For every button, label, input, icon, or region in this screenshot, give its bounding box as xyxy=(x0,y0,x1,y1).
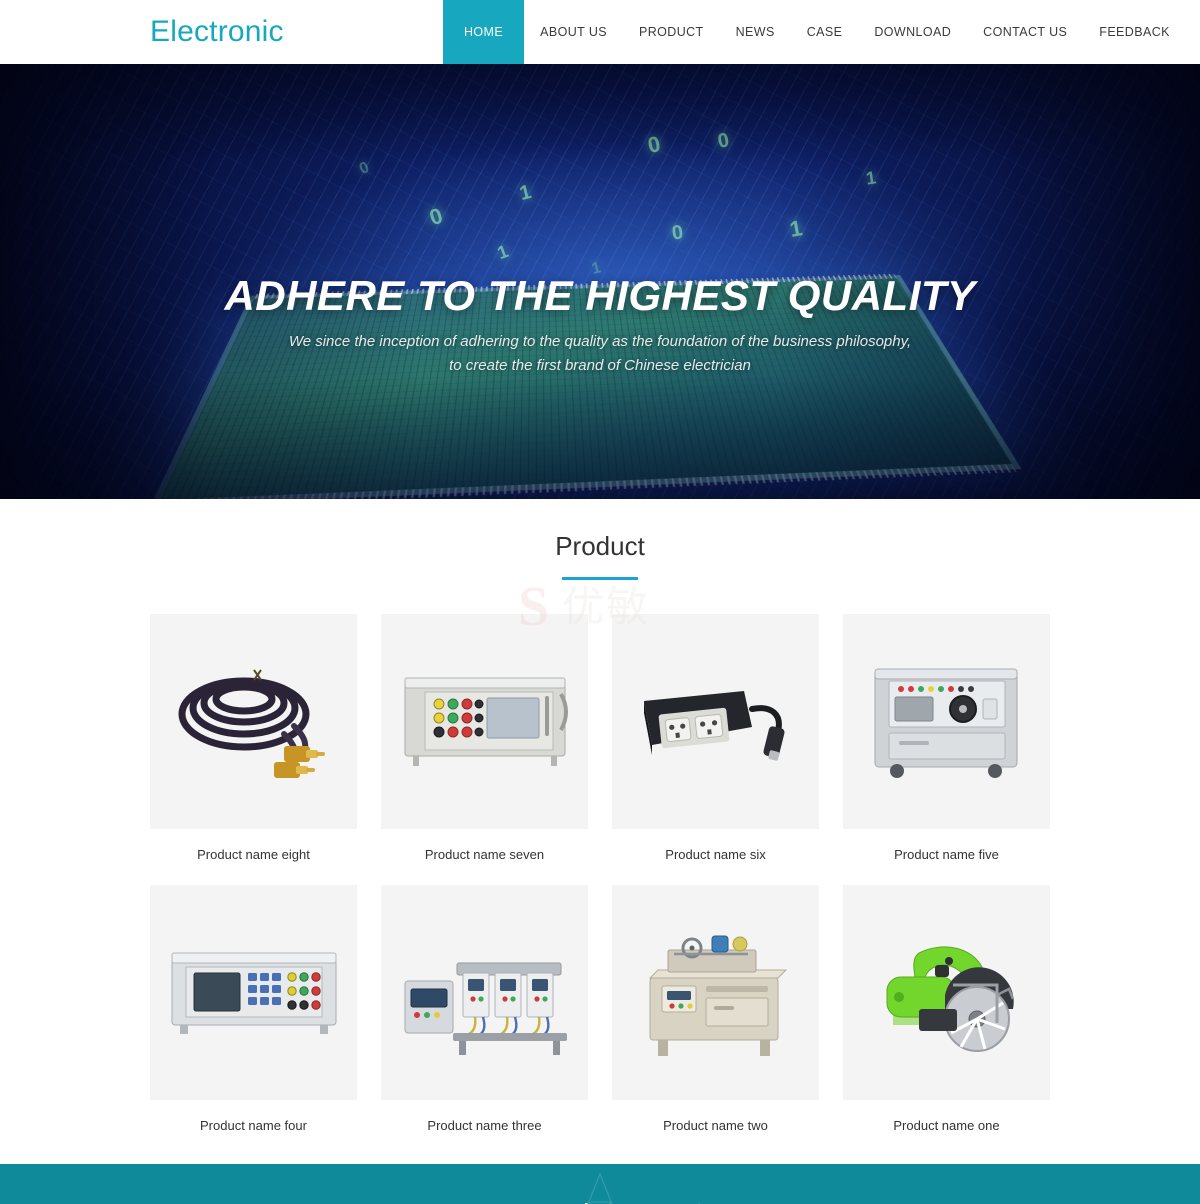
nav-item-news[interactable]: NEWS xyxy=(720,0,791,64)
bench-machine-icon xyxy=(628,920,803,1065)
product-card[interactable]: Product name five xyxy=(843,614,1050,864)
hero-subtitle-line-2: to create the first brand of Chinese ele… xyxy=(0,354,1200,378)
bench-instrument-icon xyxy=(395,662,575,782)
calibration-bench-icon xyxy=(395,923,575,1063)
rack-instrument-icon xyxy=(164,935,344,1050)
product-image-coiled-av-cable xyxy=(150,614,357,829)
product-image-rack-mount-instrument xyxy=(150,885,357,1100)
product-name: Product name five xyxy=(843,829,1050,864)
relay-test-set-icon xyxy=(859,657,1034,787)
hero-caption: ADHERE TO THE HIGHEST QUALITY We since t… xyxy=(0,272,1200,378)
product-image-meter-calibration-bench xyxy=(381,885,588,1100)
nav-item-feedback[interactable]: FEEDBACK xyxy=(1083,0,1186,64)
nav-item-product[interactable]: PRODUCT xyxy=(623,0,720,64)
main-navigation: HOME ABOUT US PRODUCT NEWS CASE DOWNLOAD… xyxy=(443,0,1186,64)
product-name: Product name two xyxy=(612,1100,819,1135)
product-image-car-power-inverter xyxy=(612,614,819,829)
product-card[interactable]: Product name eight xyxy=(150,614,357,864)
coiled-cable-icon xyxy=(166,642,341,802)
nav-item-case[interactable]: CASE xyxy=(791,0,859,64)
product-name: Product name eight xyxy=(150,829,357,864)
product-card[interactable]: Product name four xyxy=(150,885,357,1135)
rca-connector-gold xyxy=(284,746,325,762)
hero-subtitle-line-1: We since the inception of adhering to th… xyxy=(0,330,1200,354)
product-name: Product name four xyxy=(150,1100,357,1135)
nav-item-download[interactable]: DOWNLOAD xyxy=(858,0,967,64)
product-name: Product name six xyxy=(612,829,819,864)
product-image-marble-tile-cutter xyxy=(843,885,1050,1100)
product-image-relay-test-set xyxy=(843,614,1050,829)
site-logo[interactable]: Electronic xyxy=(150,12,284,52)
hero-banner: 0 1 0 0 1 1 0 1 0 1 ADHERE TO THE HIGHES… xyxy=(0,64,1200,499)
site-header: Electronic HOME ABOUT US PRODUCT NEWS CA… xyxy=(0,0,1200,64)
hero-title: ADHERE TO THE HIGHEST QUALITY xyxy=(0,272,1200,320)
product-image-bench-test-instrument xyxy=(381,614,588,829)
about-section: About xyxy=(0,1164,1200,1204)
product-section: S 优敏 Product Product name eight Product … xyxy=(0,499,1200,1135)
about-section-title: About xyxy=(0,1196,1200,1204)
product-name: Product name three xyxy=(381,1100,588,1135)
product-section-title: Product xyxy=(0,529,1200,563)
product-card[interactable]: Product name one xyxy=(843,885,1050,1135)
product-card[interactable]: Product name two xyxy=(612,885,819,1135)
nav-item-about-us[interactable]: ABOUT US xyxy=(524,0,623,64)
nav-item-home[interactable]: HOME xyxy=(443,0,524,64)
product-image-cable-cutting-machine xyxy=(612,885,819,1100)
product-name: Product name seven xyxy=(381,829,588,864)
product-card[interactable]: Product name seven xyxy=(381,614,588,864)
section-title-underline xyxy=(562,577,638,580)
power-inverter-icon xyxy=(626,667,806,777)
product-card[interactable]: Product name six xyxy=(612,614,819,864)
rca-connector-gold-2 xyxy=(274,762,315,778)
product-grid: Product name eight Product name seven Pr… xyxy=(150,614,1050,1135)
nav-item-contact-us[interactable]: CONTACT US xyxy=(967,0,1083,64)
product-card[interactable]: Product name three xyxy=(381,885,588,1135)
product-name: Product name one xyxy=(843,1100,1050,1135)
tile-cutter-icon xyxy=(857,923,1037,1063)
